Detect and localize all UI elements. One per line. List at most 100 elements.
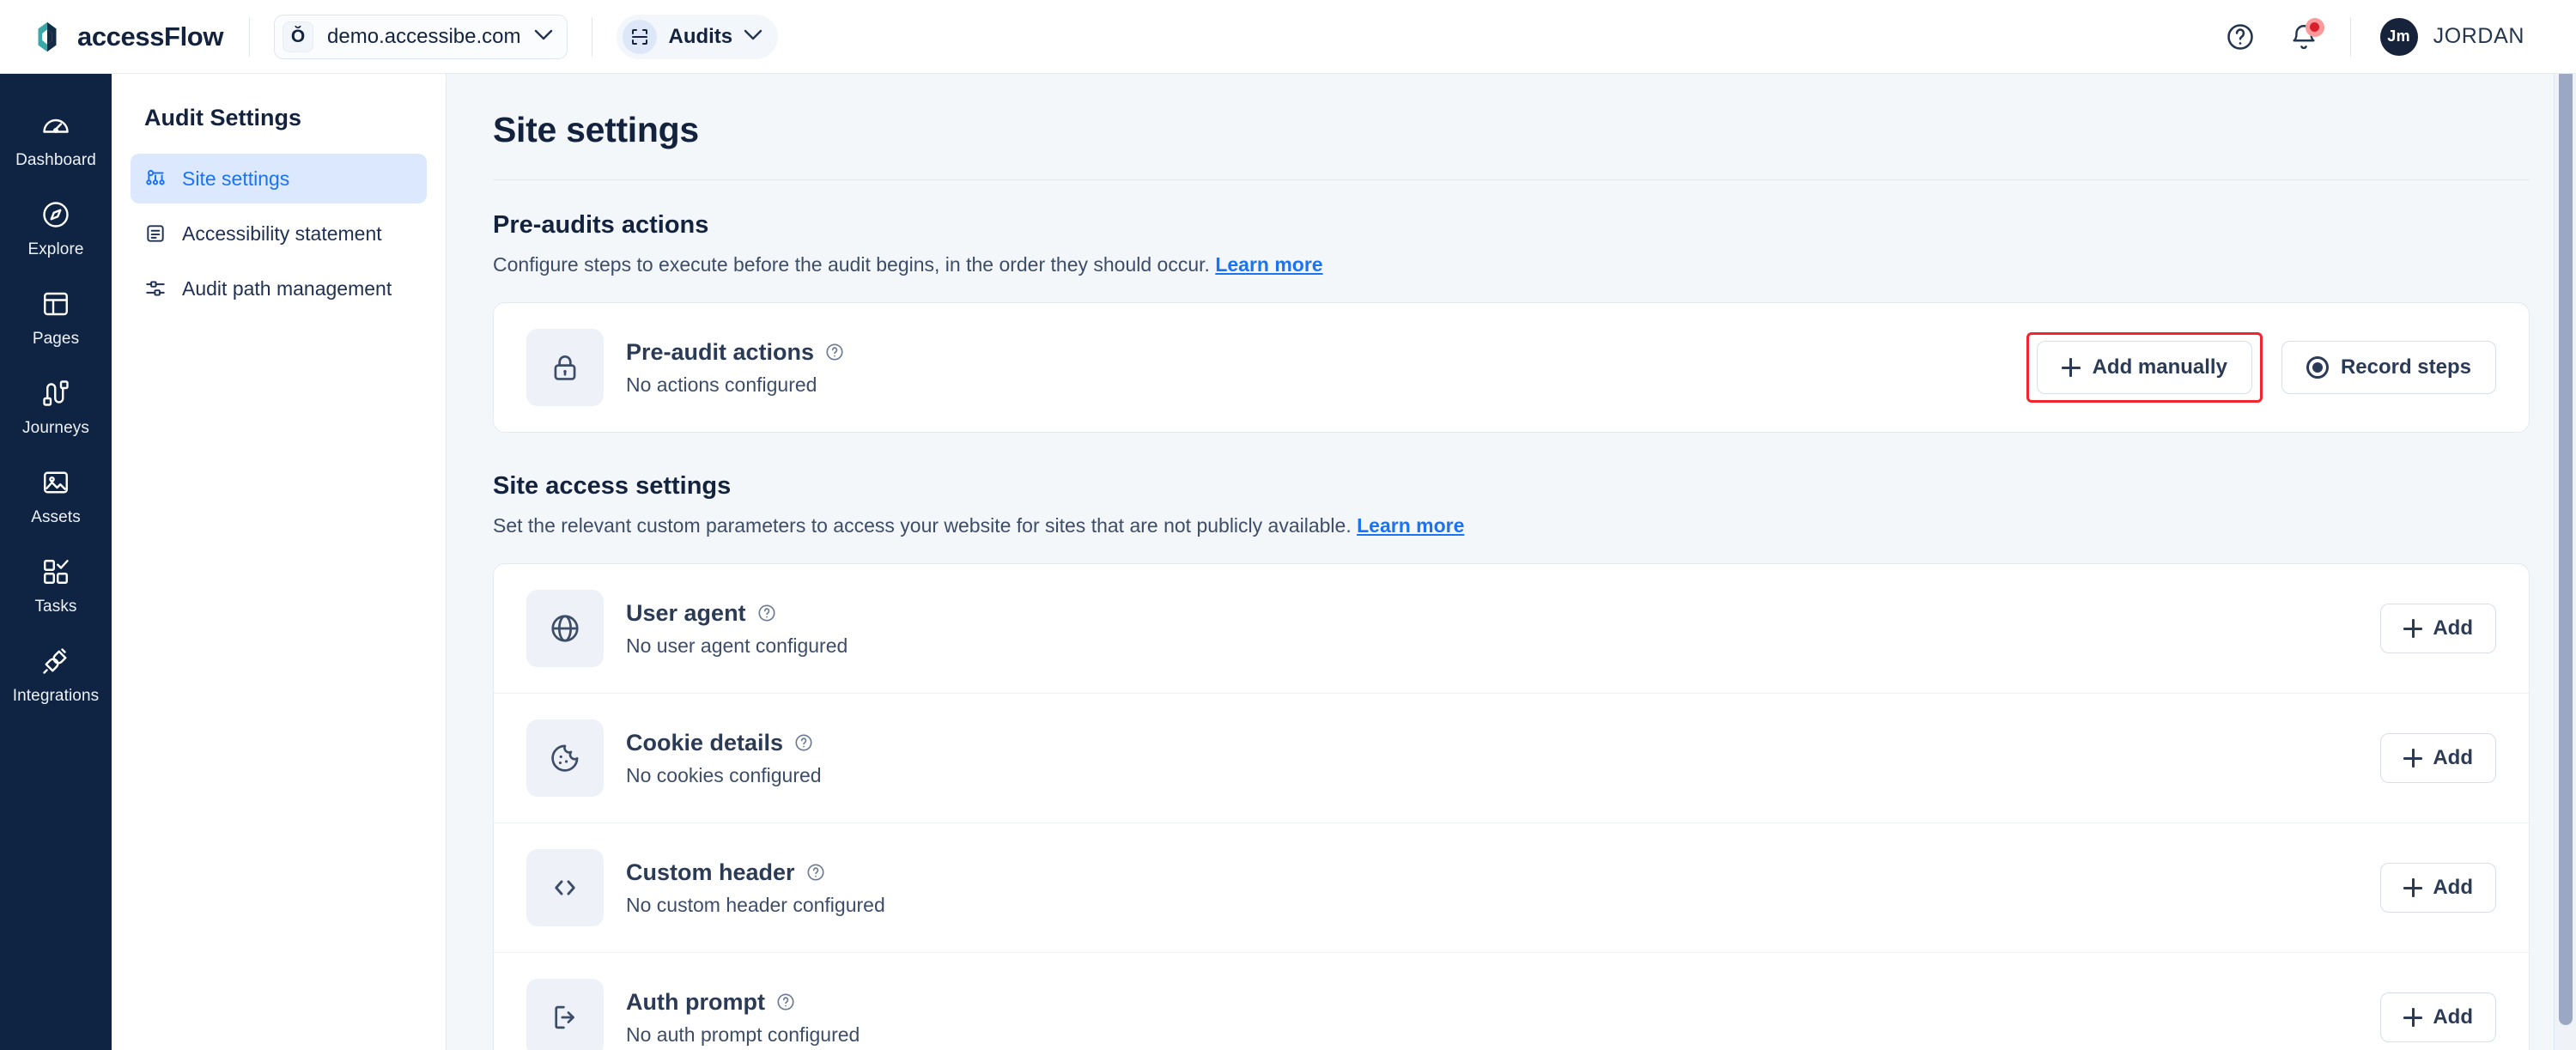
list-item-text: Pre-audit actions No actions configu	[626, 339, 844, 397]
sidebar-item-integrations[interactable]: Integrations	[0, 630, 112, 719]
sidebar-item-assets[interactable]: Assets	[0, 452, 112, 541]
code-brackets-icon	[526, 849, 604, 926]
question-circle-icon[interactable]	[776, 992, 795, 1011]
add-custom-header-button[interactable]: Add	[2380, 863, 2496, 913]
globe-icon	[526, 590, 604, 667]
chevron-down-icon	[744, 29, 762, 45]
app-root: accessFlow Ŏ demo.accessibe.com Audits	[0, 0, 2576, 1050]
help-button[interactable]	[2223, 20, 2257, 54]
record-steps-button[interactable]: Record steps	[2281, 341, 2496, 394]
accessflow-hexagon-logo-icon	[29, 19, 65, 55]
question-circle-icon[interactable]	[794, 733, 813, 752]
plus-icon	[2403, 878, 2422, 897]
brand[interactable]: accessFlow	[29, 19, 249, 55]
add-user-agent-button[interactable]: Add	[2380, 604, 2496, 653]
audit-settings-subnav: Audit Settings Site settings	[112, 74, 447, 1050]
record-steps-label: Record steps	[2341, 355, 2471, 379]
list-item-title-wrap: Custom header	[626, 859, 885, 886]
sidebar-item-label: Journeys	[22, 419, 89, 438]
document-lines-icon	[144, 222, 167, 245]
list-item-text: Cookie details No cookies configured	[626, 730, 822, 787]
main-content: Site settings Pre-audits actions Configu…	[447, 74, 2576, 1050]
add-label: Add	[2433, 746, 2473, 770]
scan-frame-icon	[623, 20, 657, 54]
scrollbar-thumb[interactable]	[2559, 29, 2573, 1025]
user-menu[interactable]: Jm JORDAN	[2380, 18, 2524, 56]
sidebar-item-tasks[interactable]: Tasks	[0, 541, 112, 630]
list-item-title: Custom header	[626, 859, 795, 886]
divider	[2350, 17, 2351, 57]
sidebar-item-label: Assets	[31, 508, 81, 527]
chevron-down-icon	[534, 29, 553, 45]
list-item-actions: Add	[2380, 992, 2496, 1042]
pre-audit-actions-card: Pre-audit actions No actions configu	[493, 302, 2530, 433]
body: Dashboard Explore Pages	[0, 74, 2576, 1050]
record-icon	[2306, 356, 2329, 379]
list-item-actions: Add	[2380, 733, 2496, 783]
list-item-title-wrap: Cookie details	[626, 730, 822, 756]
section-description: Configure steps to execute before the au…	[493, 253, 2530, 276]
add-label: Add	[2433, 1005, 2473, 1029]
learn-more-link[interactable]: Learn more	[1357, 514, 1464, 537]
question-circle-icon[interactable]	[757, 604, 776, 622]
sidebar-item-label: Accessibility statement	[182, 222, 382, 246]
add-label: Add	[2433, 616, 2473, 640]
highlight-outline: Add manually	[2026, 332, 2263, 403]
add-cookie-details-button[interactable]: Add	[2380, 733, 2496, 783]
cookie-icon	[526, 719, 604, 797]
sidebar-item-accessibility-statement[interactable]: Accessibility statement	[131, 209, 427, 258]
sidebar-item-pages[interactable]: Pages	[0, 273, 112, 362]
section-site-access-settings: Site access settings Set the relevant cu…	[493, 472, 2530, 1050]
learn-more-link[interactable]: Learn more	[1215, 253, 1322, 276]
list-item-text: Custom header No custom header confi	[626, 859, 885, 917]
question-circle-icon[interactable]	[825, 343, 844, 361]
username-label: JORDAN	[2433, 24, 2524, 49]
sidebar-item-site-settings[interactable]: Site settings	[131, 154, 427, 203]
compass-icon	[40, 199, 71, 230]
list-item-text: User agent No user agent configured	[626, 600, 848, 658]
scope-selector[interactable]: Audits	[617, 15, 778, 59]
section-description: Set the relevant custom parameters to ac…	[493, 514, 2530, 537]
sidebar-item-label: Audit path management	[182, 277, 392, 300]
add-auth-prompt-button[interactable]: Add	[2380, 992, 2496, 1042]
section-title: Site access settings	[493, 472, 2530, 501]
layout-panel-icon	[40, 288, 71, 319]
list-item: Auth prompt No auth prompt configure	[494, 952, 2529, 1050]
site-access-settings-card: User agent No user agent configured	[493, 563, 2530, 1050]
list-item: Pre-audit actions No actions configu	[494, 303, 2529, 432]
list-item-title-wrap: Auth prompt	[626, 989, 860, 1016]
sidebar-item-label: Explore	[27, 240, 83, 259]
site-url-label: demo.accessibe.com	[327, 25, 520, 49]
sidebar-item-label: Pages	[33, 330, 79, 349]
add-manually-button[interactable]: Add manually	[2037, 341, 2252, 394]
sidebar-item-audit-path-management[interactable]: Audit path management	[131, 264, 427, 313]
plus-icon	[2062, 358, 2081, 377]
site-favicon: Ŏ	[283, 21, 313, 52]
page-title: Site settings	[493, 110, 2530, 150]
sidebar-item-journeys[interactable]: Journeys	[0, 362, 112, 452]
top-bar: accessFlow Ŏ demo.accessibe.com Audits	[0, 0, 2576, 74]
list-item-title-wrap: Pre-audit actions	[626, 339, 844, 366]
section-description-text: Set the relevant custom parameters to ac…	[493, 514, 1352, 537]
notification-badge-dot	[2306, 18, 2324, 37]
list-item-subtitle: No cookies configured	[626, 764, 822, 787]
sliders-icon	[144, 277, 167, 300]
speedometer-icon	[40, 110, 71, 141]
list-item-title: Cookie details	[626, 730, 783, 756]
sidebar-item-explore[interactable]: Explore	[0, 184, 112, 273]
question-circle-icon[interactable]	[806, 863, 825, 882]
scope-label: Audits	[668, 25, 732, 49]
list-item-subtitle: No actions configured	[626, 373, 844, 397]
list-item-actions: Add	[2380, 604, 2496, 653]
spacer	[493, 433, 2530, 472]
plus-icon	[2403, 619, 2422, 638]
notifications-button[interactable]	[2287, 20, 2321, 54]
subnav-title: Audit Settings	[131, 105, 427, 154]
plus-icon	[2403, 749, 2422, 768]
list-item: Custom header No custom header confi	[494, 822, 2529, 952]
site-selector[interactable]: Ŏ demo.accessibe.com	[274, 15, 568, 59]
divider	[249, 17, 250, 57]
sidebar-item-dashboard[interactable]: Dashboard	[0, 94, 112, 184]
sidebar-item-label: Dashboard	[15, 151, 96, 170]
vertical-scrollbar[interactable]	[2554, 0, 2576, 1050]
